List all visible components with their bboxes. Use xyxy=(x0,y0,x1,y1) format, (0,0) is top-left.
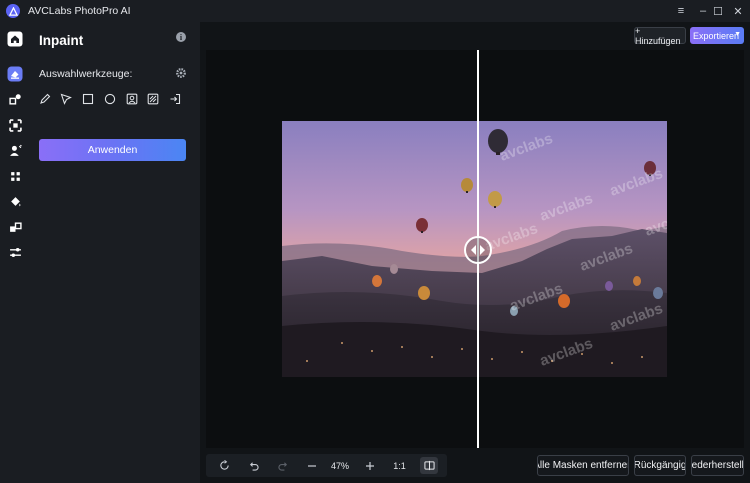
sliders-icon xyxy=(9,247,21,257)
chevron-down-icon[interactable]: ▼ xyxy=(734,31,741,38)
compare-view-button[interactable] xyxy=(420,457,438,474)
rail-enhance-button[interactable] xyxy=(5,166,25,186)
zoom-in-icon[interactable] xyxy=(360,454,380,477)
undo-icon[interactable] xyxy=(243,454,263,477)
actual-size-button[interactable]: 1:1 xyxy=(392,454,407,477)
hatch-tool-icon[interactable] xyxy=(146,91,161,106)
rail-replace-button[interactable] xyxy=(5,89,25,109)
selection-tools-label: Auswahlwerkzeuge: xyxy=(39,68,133,80)
enhance-icon xyxy=(10,171,20,181)
split-view-icon xyxy=(423,460,435,471)
rail-compose-button[interactable] xyxy=(5,217,25,237)
maximize-icon[interactable]: ☐ xyxy=(708,0,728,22)
zoom-out-icon[interactable] xyxy=(302,454,322,477)
brush-tool-icon[interactable] xyxy=(37,91,52,106)
tool-rail xyxy=(0,22,30,483)
compare-slider-handle[interactable] xyxy=(464,236,492,264)
portrait-tool-icon[interactable] xyxy=(124,91,139,106)
inpaint-icon xyxy=(7,66,23,82)
app-logo-icon xyxy=(6,4,20,18)
rail-inpaint-button[interactable] xyxy=(5,64,25,84)
lasso-tool-icon[interactable] xyxy=(59,91,74,106)
paint-bucket-icon xyxy=(10,196,20,206)
layers-icon xyxy=(9,221,22,232)
rail-home-button[interactable] xyxy=(5,29,25,49)
info-icon[interactable]: i xyxy=(176,32,186,42)
top-action-bar: + Hinzufügen Exportieren ▼ xyxy=(200,22,750,48)
selection-tools xyxy=(37,91,190,106)
export-label: Exportieren xyxy=(693,30,740,41)
inpaint-panel: Inpaint i Auswahlwerkzeuge: Anwenden xyxy=(30,22,200,483)
zoom-level: 47% xyxy=(330,460,349,471)
close-icon[interactable]: ✕ xyxy=(728,0,748,22)
app-title: AVCLabs PhotoPro AI xyxy=(28,5,131,17)
rail-adjust-button[interactable] xyxy=(5,242,25,262)
redo-button[interactable]: Wiederherstellen xyxy=(691,455,744,476)
replace-icon xyxy=(8,93,21,105)
person-cutout-icon xyxy=(9,144,22,156)
view-toolbar: 47% 1:1 xyxy=(206,454,447,477)
title-bar: AVCLabs PhotoPro AI ≡ – ☐ ✕ xyxy=(0,0,750,22)
split-arrows-icon xyxy=(471,245,485,255)
undo-button[interactable]: Rückgängig xyxy=(634,455,686,476)
home-icon xyxy=(7,31,23,47)
rail-remove-bg-button[interactable] xyxy=(5,140,25,160)
upscale-icon xyxy=(8,118,22,132)
remove-all-masks-button[interactable]: Alle Masken entfernen xyxy=(537,455,629,476)
redo-icon[interactable] xyxy=(273,454,293,477)
ellipse-tool-icon[interactable] xyxy=(102,91,117,106)
gear-icon[interactable] xyxy=(175,67,187,79)
panel-title: Inpaint xyxy=(39,33,84,48)
menu-icon[interactable]: ≡ xyxy=(671,0,691,22)
add-button[interactable]: + Hinzufügen xyxy=(634,26,686,46)
import-mask-icon[interactable] xyxy=(168,91,183,106)
rectangle-tool-icon[interactable] xyxy=(81,91,96,106)
reset-icon[interactable] xyxy=(214,454,234,477)
image-canvas[interactable]: avclabs avclabs avclabs avclabs avclabs … xyxy=(206,50,744,448)
apply-button[interactable]: Anwenden xyxy=(39,139,186,161)
rail-colorize-button[interactable] xyxy=(5,191,25,211)
rail-upscale-button[interactable] xyxy=(5,115,25,135)
export-button[interactable]: Exportieren ▼ xyxy=(690,27,744,44)
